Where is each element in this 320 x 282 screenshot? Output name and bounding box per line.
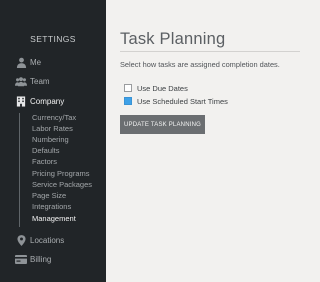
- building-icon: [15, 95, 27, 107]
- settings-sidebar: SETTINGS Me Team Company Currency/Tax La…: [0, 0, 106, 282]
- subnav-item-management[interactable]: Management: [32, 214, 76, 223]
- subnav-item-numbering[interactable]: Numbering: [32, 135, 69, 144]
- use-due-dates-checkbox[interactable]: [124, 84, 132, 92]
- sidebar-item-label: Me: [30, 57, 42, 67]
- subnav-item-labor-rates[interactable]: Labor Rates: [32, 124, 73, 133]
- sidebar-item-label: Locations: [30, 235, 65, 245]
- credit-card-icon: [15, 253, 27, 265]
- page-description: Select how tasks are assigned completion…: [120, 60, 280, 69]
- subnav-item-currency-tax[interactable]: Currency/Tax: [32, 113, 76, 122]
- sidebar-title: SETTINGS: [30, 34, 76, 44]
- subnav-item-page-size[interactable]: Page Size: [32, 191, 66, 200]
- main-content: Task Planning Select how tasks are assig…: [106, 0, 300, 282]
- user-icon: [15, 56, 27, 68]
- sidebar-item-label: Team: [30, 76, 50, 86]
- subnav-item-service-packages[interactable]: Service Packages: [32, 180, 92, 189]
- title-divider: [120, 51, 300, 52]
- use-due-dates-label[interactable]: Use Due Dates: [137, 84, 188, 93]
- sidebar-item-locations[interactable]: Locations: [0, 233, 106, 247]
- subnav-item-integrations[interactable]: Integrations: [32, 202, 71, 211]
- use-scheduled-start-times-label[interactable]: Use Scheduled Start Times: [137, 97, 228, 106]
- sidebar-item-billing[interactable]: Billing: [0, 252, 106, 266]
- option-use-scheduled-start-times[interactable]: Use Scheduled Start Times: [124, 96, 228, 106]
- subnav-item-pricing-programs[interactable]: Pricing Programs: [32, 169, 90, 178]
- page-title: Task Planning: [120, 30, 226, 48]
- sidebar-item-company[interactable]: Company: [0, 94, 106, 108]
- company-subnav: Currency/Tax Labor Rates Numbering Defau…: [19, 113, 99, 227]
- sidebar-item-label: Billing: [30, 254, 52, 264]
- sidebar-item-team[interactable]: Team: [0, 74, 106, 88]
- subnav-item-defaults[interactable]: Defaults: [32, 146, 60, 155]
- sidebar-item-label: Company: [30, 96, 65, 106]
- location-pin-icon: [15, 234, 27, 246]
- subnav-item-factors[interactable]: Factors: [32, 157, 57, 166]
- update-task-planning-button[interactable]: UPDATE TASK PLANNING: [120, 115, 205, 134]
- option-use-due-dates[interactable]: Use Due Dates: [124, 83, 188, 93]
- use-scheduled-start-times-checkbox[interactable]: [124, 97, 132, 105]
- team-icon: [15, 75, 27, 87]
- sidebar-item-me[interactable]: Me: [0, 55, 106, 69]
